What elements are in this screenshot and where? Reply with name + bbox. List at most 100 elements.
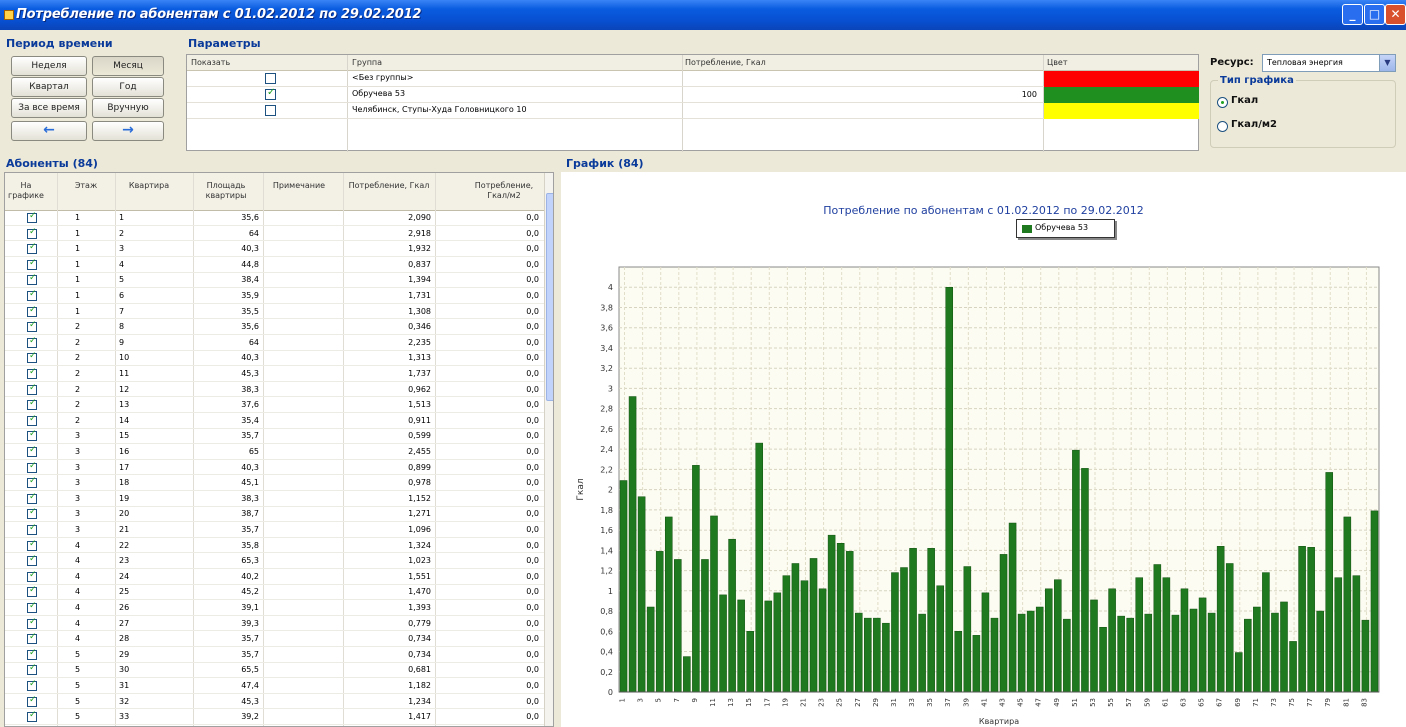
bar[interactable]: [628, 396, 637, 693]
bar[interactable]: [1244, 618, 1252, 693]
manual-button[interactable]: Вручную: [92, 98, 164, 118]
bar[interactable]: [1072, 449, 1080, 693]
table-row[interactable]: 3 20 38,7 1,271 0,0: [5, 507, 545, 523]
table-row[interactable]: 3 19 38,3 1,152 0,0: [5, 492, 545, 507]
params-row[interactable]: <Без группы>: [187, 71, 1199, 87]
table-row[interactable]: 1 5 38,4 1,394 0,0: [5, 273, 545, 289]
on-chart-checkbox[interactable]: [27, 227, 37, 239]
on-chart-checkbox[interactable]: [27, 695, 37, 707]
on-chart-checkbox[interactable]: [27, 211, 37, 223]
bar[interactable]: [1026, 610, 1035, 693]
table-row[interactable]: 3 18 45,1 0,978 0,0: [5, 476, 545, 491]
table-row[interactable]: 5 32 45,3 1,234 0,0: [5, 695, 545, 710]
table-row[interactable]: 5 33 39,2 1,417 0,0: [5, 710, 545, 725]
on-chart-checkbox[interactable]: [27, 539, 37, 551]
table-row[interactable]: 2 9 64 2,235 0,0: [5, 336, 545, 351]
bar[interactable]: [836, 543, 845, 693]
on-chart-checkbox[interactable]: [27, 336, 37, 348]
bar[interactable]: [981, 592, 990, 693]
on-chart-checkbox[interactable]: [27, 242, 37, 255]
bar[interactable]: [1153, 564, 1162, 693]
col-consumption-gcal[interactable]: Потребление, Гкал: [347, 181, 431, 191]
on-chart-checkbox[interactable]: [27, 648, 37, 660]
on-chart-checkbox[interactable]: [27, 492, 37, 504]
on-chart-checkbox[interactable]: [27, 632, 37, 645]
bar[interactable]: [918, 613, 926, 693]
bar[interactable]: [1298, 546, 1306, 693]
on-chart-checkbox[interactable]: [27, 445, 37, 457]
bar[interactable]: [1198, 597, 1207, 693]
bar[interactable]: [909, 548, 917, 693]
bar[interactable]: [800, 580, 809, 693]
table-row[interactable]: 5 31 47,4 1,182 0,0: [5, 679, 545, 694]
radio-gcal-m2[interactable]: [1217, 121, 1228, 132]
bar[interactable]: [1144, 613, 1153, 693]
minimize-button[interactable]: _: [1342, 4, 1363, 25]
on-chart-checkbox[interactable]: [27, 570, 37, 582]
vertical-scrollbar[interactable]: [544, 173, 553, 726]
table-row[interactable]: 1 2 64 2,918 0,0: [5, 227, 545, 242]
bar[interactable]: [1008, 522, 1017, 693]
bar[interactable]: [864, 617, 872, 693]
table-row[interactable]: 4 27 39,3 0,779 0,0: [5, 617, 545, 632]
close-button[interactable]: ✕: [1385, 4, 1406, 25]
on-chart-checkbox[interactable]: [27, 398, 37, 411]
scroll-thumb[interactable]: [546, 193, 553, 401]
table-row[interactable]: 2 12 38,3 0,962 0,0: [5, 383, 545, 398]
bar[interactable]: [818, 588, 827, 693]
on-chart-checkbox[interactable]: [27, 663, 37, 676]
bar[interactable]: [664, 516, 673, 693]
table-row[interactable]: 4 26 39,1 1,393 0,0: [5, 601, 545, 616]
bar[interactable]: [646, 606, 655, 693]
bar[interactable]: [1361, 619, 1370, 693]
on-chart-checkbox[interactable]: [27, 429, 37, 442]
bar[interactable]: [1316, 610, 1324, 693]
radio-gcal[interactable]: [1217, 97, 1228, 108]
bar[interactable]: [701, 559, 709, 693]
col-consumption-gcal-m2[interactable]: Потребление, Гкал/м2: [471, 181, 537, 201]
bar[interactable]: [655, 551, 664, 693]
on-chart-checkbox[interactable]: [27, 461, 37, 473]
bar[interactable]: [737, 599, 745, 693]
on-chart-checkbox[interactable]: [27, 320, 37, 333]
bar[interactable]: [755, 442, 764, 693]
on-chart-checkbox[interactable]: [27, 507, 37, 520]
bar[interactable]: [1325, 472, 1334, 693]
bar[interactable]: [873, 617, 881, 693]
on-chart-checkbox[interactable]: [27, 273, 37, 286]
table-row[interactable]: 1 7 35,5 1,308 0,0: [5, 305, 545, 320]
bar[interactable]: [1280, 601, 1288, 693]
show-checkbox[interactable]: [265, 105, 276, 116]
bar[interactable]: [927, 548, 935, 693]
bar[interactable]: [1035, 606, 1044, 693]
bar[interactable]: [1343, 516, 1352, 693]
on-chart-checkbox[interactable]: [27, 617, 37, 629]
bar[interactable]: [1352, 575, 1361, 693]
on-chart-checkbox[interactable]: [27, 554, 37, 567]
radio-gcal-label[interactable]: Гкал: [1231, 95, 1258, 106]
prev-period-button[interactable]: ←: [11, 121, 87, 141]
col-on-chart[interactable]: На графике: [7, 181, 45, 201]
col-apartment[interactable]: Квартира: [119, 181, 179, 191]
bar[interactable]: [746, 631, 754, 693]
bar[interactable]: [683, 656, 691, 693]
bar[interactable]: [945, 286, 954, 693]
bar[interactable]: [1180, 588, 1189, 693]
on-chart-checkbox[interactable]: [27, 305, 37, 317]
show-checkbox[interactable]: [265, 87, 276, 100]
bar[interactable]: [1090, 599, 1098, 693]
table-row[interactable]: 5 30 65,5 0,681 0,0: [5, 663, 545, 679]
bar[interactable]: [1262, 572, 1270, 693]
bar[interactable]: [637, 496, 646, 693]
bar[interactable]: [728, 538, 736, 693]
month-button[interactable]: Месяц: [92, 56, 164, 76]
bar[interactable]: [954, 631, 963, 693]
bar[interactable]: [782, 575, 791, 693]
next-period-button[interactable]: →: [92, 121, 164, 141]
table-row[interactable]: 2 11 45,3 1,737 0,0: [5, 367, 545, 382]
group-color[interactable]: [1044, 87, 1199, 103]
bar[interactable]: [999, 554, 1008, 693]
bar[interactable]: [1054, 579, 1062, 693]
on-chart-checkbox[interactable]: [27, 710, 37, 723]
bar[interactable]: [764, 600, 773, 693]
